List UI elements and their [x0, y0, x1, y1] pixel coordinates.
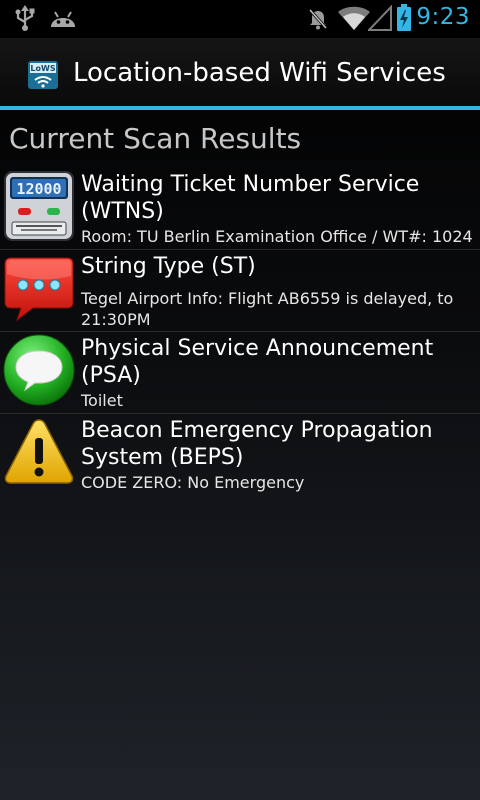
result-row-wtns[interactable]: 12000 Waiting Ticket Number Service (WTN… [0, 168, 480, 250]
android-icon [49, 7, 77, 33]
chat-bubble-red-icon [3, 252, 75, 324]
app-logo-icon[interactable]: LoWS [28, 61, 58, 93]
signal-icon [366, 4, 392, 35]
mute-icon [306, 7, 330, 35]
section-title: Current Scan Results [9, 122, 302, 155]
svg-text:12000: 12000 [16, 180, 61, 198]
result-title: Physical Service Announcement (PSA) [81, 336, 434, 388]
result-title: Waiting Ticket Number Service (WTNS) [81, 172, 420, 224]
status-bar: 9:23 [0, 0, 480, 38]
speech-bubble-green-icon [3, 334, 75, 406]
clock: 9:23 [416, 4, 470, 30]
result-row-st[interactable]: String Type (ST) Tegel Airport Info: Fli… [0, 250, 480, 332]
svg-text:LoWS: LoWS [30, 64, 55, 73]
result-row-psa[interactable]: Physical Service Announcement (PSA) Toil… [0, 332, 480, 414]
result-subtitle: CODE ZERO: No Emergency [81, 473, 305, 492]
result-subtitle: Room: TU Berlin Examination Office / WT#… [81, 227, 473, 246]
result-subtitle: Toilet [81, 391, 123, 410]
app-title: Location-based Wifi Services [73, 58, 446, 88]
ticket-counter-icon: 12000 [3, 170, 75, 242]
result-row-beps[interactable]: Beacon Emergency Propagation System (BEP… [0, 414, 480, 495]
action-bar-divider [0, 106, 480, 110]
wifi-icon [338, 5, 370, 35]
battery-icon [396, 4, 412, 36]
usb-icon [14, 5, 36, 35]
warning-icon [3, 416, 75, 488]
scan-results-list: 12000 Waiting Ticket Number Service (WTN… [0, 168, 480, 495]
action-bar: LoWS Location-based Wifi Services [0, 38, 480, 110]
result-title: Beacon Emergency Propagation System (BEP… [81, 418, 433, 470]
result-title: String Type (ST) [81, 254, 256, 279]
result-subtitle: Tegel Airport Info: Flight AB6559 is del… [81, 289, 454, 329]
